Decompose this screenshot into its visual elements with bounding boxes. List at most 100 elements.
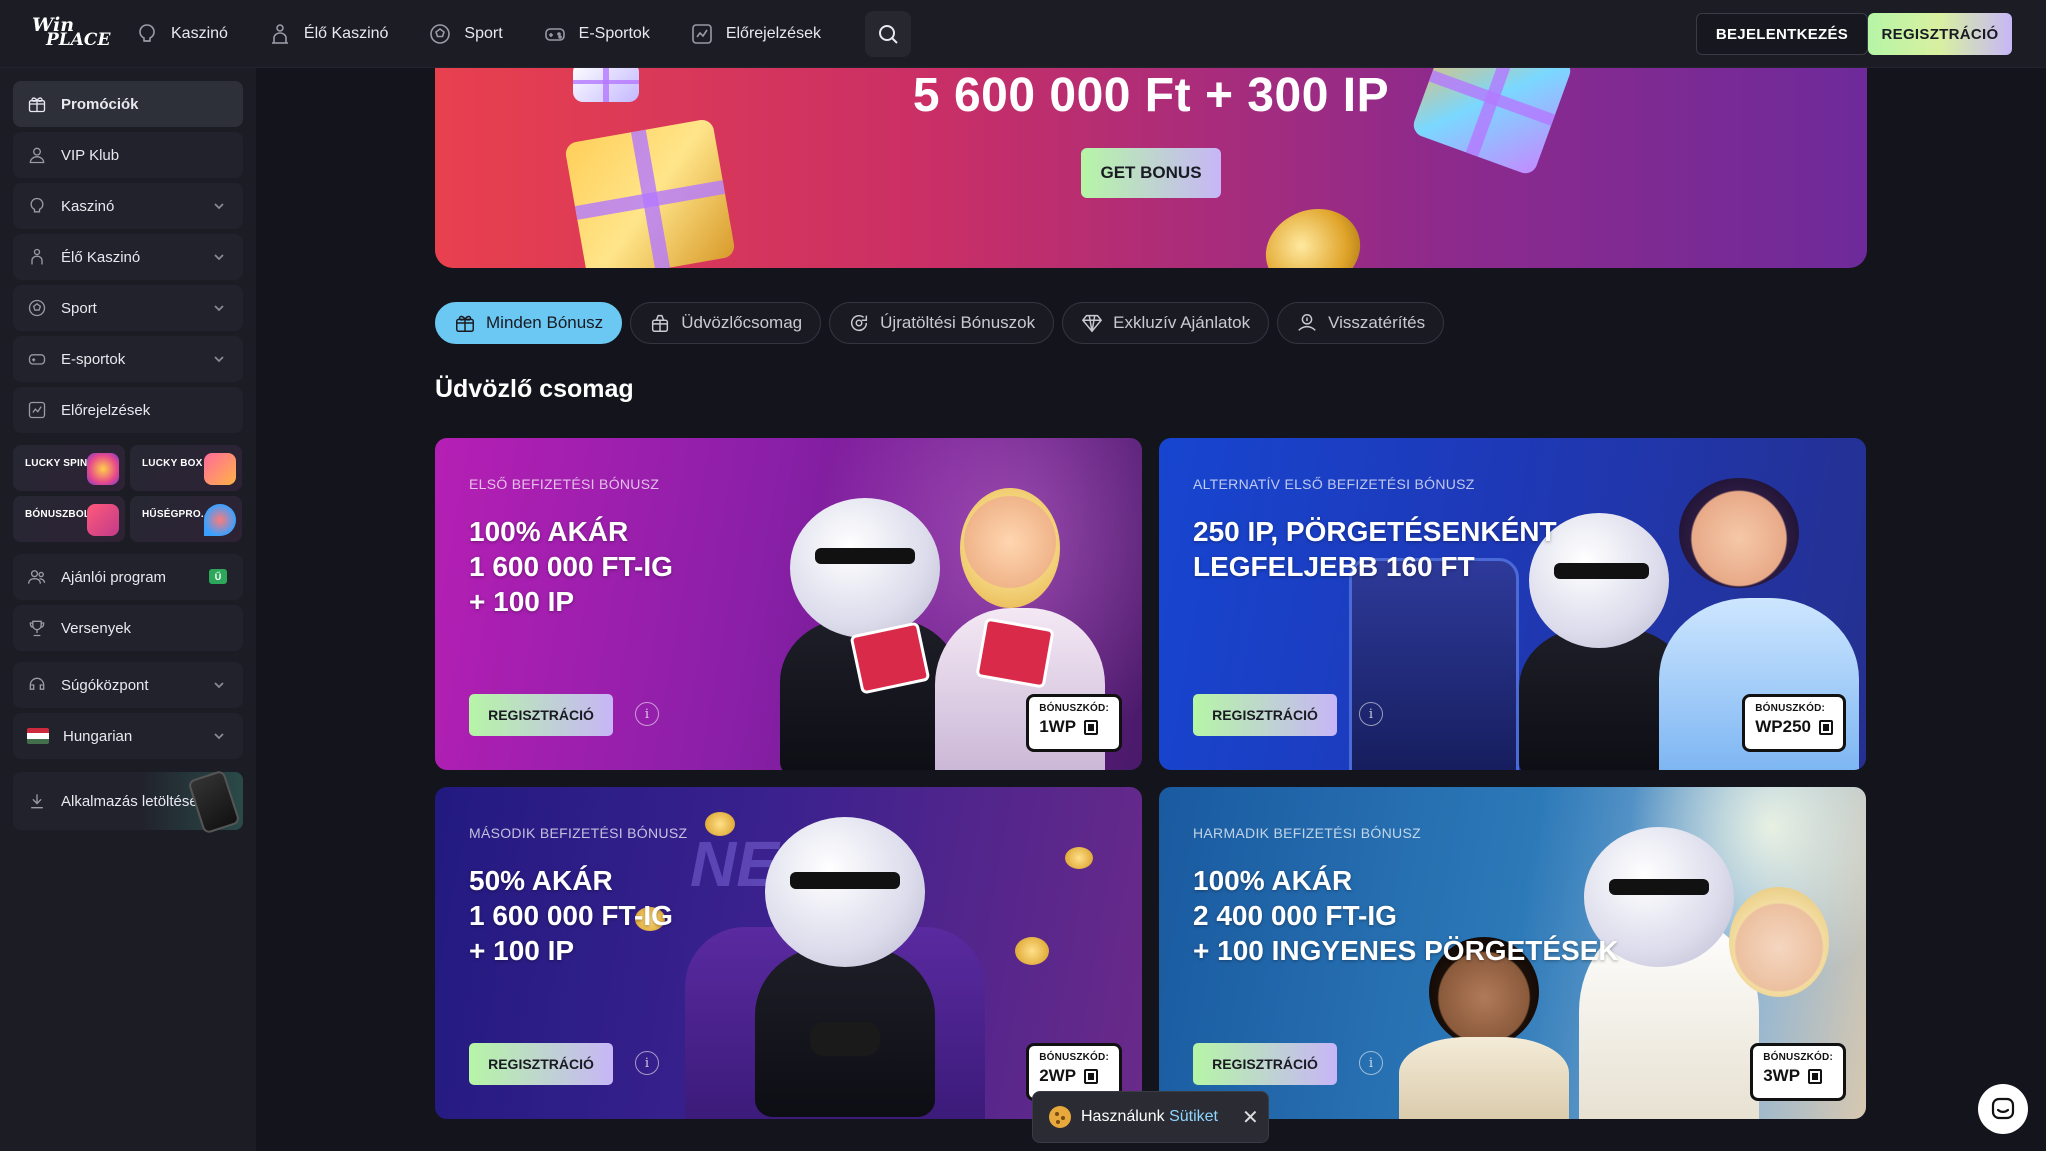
sidebar-item-esports[interactable]: E-sportok [13, 336, 243, 382]
phone-icon [187, 769, 241, 835]
nav-item-predictions[interactable]: Előrejelzések [690, 14, 839, 54]
chevron-down-icon [214, 305, 224, 312]
logo-word-place: PLACE [46, 30, 111, 50]
card-subtitle: ELSŐ BEFIZETÉSI BÓNUSZ [469, 476, 660, 492]
sidebar-item-promotions[interactable]: Promóciók [13, 81, 243, 127]
football-icon [430, 24, 451, 44]
tab-exclusive-offers[interactable]: Exkluzív Ajánlatok [1062, 302, 1270, 344]
gift-icon [456, 315, 474, 332]
help-icon [29, 677, 45, 690]
nav-label: Sport [464, 25, 503, 42]
nav-item-live-casino[interactable]: Élő Kaszinó [268, 14, 407, 54]
card-register-button[interactable]: REGISZTRÁCIÓ [1193, 1043, 1337, 1085]
register-button[interactable]: REGISZTRÁCIÓ [1868, 13, 2012, 55]
sunglasses-illustration [1554, 563, 1649, 579]
copy-icon[interactable] [1819, 719, 1833, 735]
sidebar-item-label: Kaszinó [61, 197, 115, 215]
gift-icon [28, 97, 46, 113]
copy-icon[interactable] [1084, 1068, 1099, 1084]
close-icon[interactable]: ✕ [1242, 1105, 1259, 1130]
tile-bonus-shop[interactable]: BÓNUSZBOLT [13, 496, 125, 542]
login-button[interactable]: BEJELENTKEZÉS [1696, 13, 1868, 55]
sidebar-item-language[interactable]: Hungarian [13, 713, 243, 759]
copy-icon[interactable] [1808, 1068, 1823, 1084]
chat-button[interactable] [1978, 1084, 2028, 1134]
nav-item-casino[interactable]: Kaszinó [135, 14, 246, 54]
tab-label: Exkluzív Ajánlatok [1113, 313, 1251, 332]
chevron-down-icon [214, 733, 224, 740]
tile-lucky-box[interactable]: LUCKY BOX [130, 445, 242, 491]
tile-loyalty-program[interactable]: HŰSÉGPRO... [130, 496, 242, 542]
bonus-code-label: BÓNUSZKÓD: [1039, 703, 1109, 714]
bonus-code-box[interactable]: BÓNUSZKÓD: 3WP [1750, 1043, 1846, 1101]
bonus-code-value: 3WP [1763, 1066, 1801, 1085]
sidebar-item-casino[interactable]: Kaszinó [13, 183, 243, 229]
live-dealer-icon [271, 24, 288, 44]
shopping-bag-icon [87, 504, 119, 536]
new-badge: Ű [209, 569, 227, 584]
sidebar-item-live-casino[interactable]: Élő Kaszinó [13, 234, 243, 280]
coin-illustration [1065, 847, 1093, 869]
copy-icon[interactable] [1084, 719, 1099, 735]
tile-lucky-spin[interactable]: LUCKY SPIN [13, 445, 125, 491]
sunglasses-illustration [1609, 879, 1709, 895]
card-register-button[interactable]: REGISZTRÁCIÓ [469, 1043, 613, 1085]
gamepad-icon [544, 28, 565, 41]
card-subtitle: HARMADIK BEFIZETÉSI BÓNUSZ [1193, 825, 1421, 841]
tab-reload-bonuses[interactable]: Újratöltési Bónuszok [829, 302, 1055, 344]
sidebar-item-sport[interactable]: Sport [13, 285, 243, 331]
info-icon[interactable]: i [1359, 1051, 1383, 1075]
tab-all-bonuses[interactable]: Minden Bónusz [435, 302, 623, 344]
sidebar-item-referral[interactable]: Ajánlói program Ű [13, 554, 243, 600]
sidebar-item-help-center[interactable]: Súgóközpont [13, 662, 243, 708]
reload-icon [851, 314, 868, 332]
main-nav: Kaszinó Élő Kaszinó Sport E-Sportok Előr… [135, 11, 911, 57]
tab-label: Minden Bónusz [486, 313, 604, 332]
diamond-icon [1081, 314, 1103, 333]
card-headline: 100% AKÁR 1 600 000 FT-IG + 100 IP [469, 516, 673, 617]
sidebar-item-label: Súgóközpont [61, 676, 149, 694]
gift-box-illustration [563, 118, 737, 268]
coin-illustration [1254, 195, 1372, 268]
chevron-down-icon [214, 682, 224, 689]
tile-label: LUCKY SPIN [25, 458, 88, 469]
get-bonus-button[interactable]: GET BONUS [1081, 148, 1221, 198]
search-button[interactable] [864, 11, 911, 57]
sidebar-item-app-download[interactable]: Alkalmazás letöltése [13, 769, 243, 835]
info-icon[interactable]: i [635, 1051, 659, 1075]
referral-icon [28, 570, 46, 584]
map-pin-icon [204, 504, 236, 536]
logo[interactable]: Win PLACE [32, 16, 111, 52]
gift-box-icon [204, 453, 236, 485]
sidebar-item-label: E-sportok [61, 350, 126, 368]
tile-label: BÓNUSZBOLT [25, 509, 96, 520]
sidebar-item-vip-club[interactable]: VIP Klub [13, 132, 243, 178]
package-icon [652, 314, 669, 332]
sidebar-item-predictions[interactable]: Előrejelzések [13, 387, 243, 433]
nav-item-sport[interactable]: Sport [428, 14, 520, 54]
casino-icon [139, 24, 155, 42]
tab-welcome-package[interactable]: Üdvözlőcsomag [630, 302, 822, 344]
cookie-text: Használunk [1081, 1108, 1165, 1125]
coin-illustration [1015, 937, 1049, 965]
card-register-button[interactable]: REGISZTRÁCIÓ [1193, 694, 1337, 736]
nav-label: Kaszinó [171, 25, 228, 42]
bonus-code-box[interactable]: BÓNUSZKÓD: 1WP [1026, 694, 1122, 752]
tab-cashback[interactable]: Visszatérítés [1277, 302, 1445, 344]
tab-label: Újratöltési Bónuszok [880, 313, 1036, 332]
sidebar-item-label: Versenyek [61, 619, 132, 637]
trophy-icon [29, 620, 45, 637]
bonus-code-value: 1WP [1039, 717, 1077, 736]
bonus-code-box[interactable]: BÓNUSZKÓD: WP250 [1742, 694, 1846, 752]
hero-amount: 5 600 000 Ft + 300 IP [912, 69, 1390, 122]
top-bar: Win PLACE Kaszinó Élő Kaszinó Sport E-Sp… [0, 0, 2046, 68]
nav-item-esports[interactable]: E-Sportok [543, 14, 668, 54]
bonus-code-label: BÓNUSZKÓD: [1763, 1052, 1833, 1063]
info-icon[interactable]: i [1359, 702, 1383, 726]
card-subtitle: ALTERNATÍV ELSŐ BEFIZETÉSI BÓNUSZ [1193, 476, 1475, 492]
card-register-button[interactable]: REGISZTRÁCIÓ [469, 694, 613, 736]
cookie-link[interactable]: Sütiket [1169, 1108, 1218, 1125]
sidebar-item-tournaments[interactable]: Versenyek [13, 605, 243, 651]
football-icon [28, 299, 46, 317]
info-icon[interactable]: i [635, 702, 659, 726]
